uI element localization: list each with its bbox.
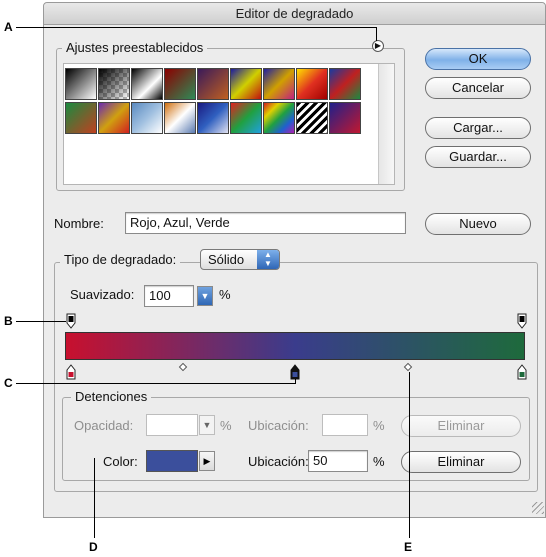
opacity-dropdown-button[interactable]: ▼ xyxy=(199,415,215,435)
preset-swatch[interactable] xyxy=(263,68,295,100)
color-stop-red[interactable] xyxy=(66,364,76,380)
name-label: Nombre: xyxy=(54,216,104,231)
color-location-label: Ubicación: xyxy=(248,454,309,469)
callout-a-line xyxy=(16,27,376,28)
callout-e-line xyxy=(409,372,410,538)
callout-b-line xyxy=(16,321,66,322)
preset-swatch[interactable] xyxy=(164,68,196,100)
presets-scrollbar[interactable] xyxy=(378,64,394,184)
title-bar: Editor de degradado xyxy=(44,3,545,25)
smoothness-dropdown-button[interactable]: ▼ xyxy=(197,286,213,306)
color-stop-blue-selected[interactable] xyxy=(290,364,300,380)
ok-button[interactable]: OK xyxy=(425,48,531,70)
stops-legend: Detenciones xyxy=(71,389,152,404)
delete-opacity-stop-button[interactable]: Eliminar xyxy=(401,415,521,437)
delete-color-stop-button[interactable]: Eliminar xyxy=(401,451,521,473)
callout-c-line xyxy=(16,383,295,384)
load-button[interactable]: Cargar... xyxy=(425,117,531,139)
preset-swatch[interactable] xyxy=(197,102,229,134)
presets-legend: Ajustes preestablecidos xyxy=(62,40,208,55)
preset-swatch-grid xyxy=(65,68,395,140)
preset-swatch[interactable] xyxy=(230,68,262,100)
opacity-stop-left[interactable] xyxy=(66,313,76,329)
gradient-preview-bar[interactable] xyxy=(65,332,525,360)
callout-c: C xyxy=(4,376,13,390)
color-location-field[interactable]: 50 xyxy=(308,450,368,472)
new-button[interactable]: Nuevo xyxy=(425,213,531,235)
smoothness-field[interactable]: 100 xyxy=(144,285,194,307)
color-stop-green[interactable] xyxy=(517,364,527,380)
save-button[interactable]: Guardar... xyxy=(425,146,531,168)
preset-swatch[interactable] xyxy=(296,102,328,134)
preset-swatch[interactable] xyxy=(230,102,262,134)
gradient-type-select[interactable]: Sólido ▲ ▼ xyxy=(200,249,280,270)
window-title: Editor de degradado xyxy=(235,6,354,21)
preset-swatch[interactable] xyxy=(98,68,130,100)
smoothness-unit: % xyxy=(219,287,231,302)
callout-e: E xyxy=(404,540,413,554)
callout-a-drop xyxy=(376,27,377,41)
opacity-label: Opacidad: xyxy=(74,418,134,433)
preset-swatch[interactable] xyxy=(263,102,295,134)
preset-swatch[interactable] xyxy=(329,102,361,134)
opacity-location-field[interactable] xyxy=(322,414,368,436)
gradient-type-value: Sólido xyxy=(208,252,245,267)
cancel-button[interactable]: Cancelar xyxy=(425,77,531,99)
preset-swatch[interactable] xyxy=(131,102,163,134)
preset-swatch[interactable] xyxy=(98,102,130,134)
opacity-unit: % xyxy=(220,418,232,433)
color-menu-button[interactable]: ▶ xyxy=(199,451,215,471)
presets-menu-button[interactable]: ▶ xyxy=(372,40,384,52)
smoothness-label: Suavizado: xyxy=(70,287,135,302)
preset-swatch[interactable] xyxy=(164,102,196,134)
gradient-type-label: Tipo de degradado: xyxy=(60,252,181,267)
callout-b: B xyxy=(4,314,13,328)
chevron-down-icon: ▼ xyxy=(200,291,210,301)
preset-swatch[interactable] xyxy=(296,68,328,100)
callout-d-line xyxy=(94,458,95,538)
resize-grip-icon[interactable] xyxy=(532,502,544,514)
select-stepper-icon: ▲ ▼ xyxy=(257,250,279,269)
color-swatch[interactable] xyxy=(146,450,198,472)
triangle-right-icon: ▶ xyxy=(374,41,382,50)
chevron-down-icon: ▼ xyxy=(202,420,212,430)
color-location-unit: % xyxy=(373,454,385,469)
callout-d: D xyxy=(89,540,98,554)
opacity-location-unit: % xyxy=(373,418,385,433)
opacity-location-label: Ubicación: xyxy=(248,418,309,433)
opacity-stop-right[interactable] xyxy=(517,313,527,329)
name-field[interactable]: Rojo, Azul, Verde xyxy=(125,212,406,234)
preset-swatch[interactable] xyxy=(329,68,361,100)
preset-swatch[interactable] xyxy=(197,68,229,100)
preset-swatch[interactable] xyxy=(65,68,97,100)
preset-swatch[interactable] xyxy=(65,102,97,134)
color-label: Color: xyxy=(103,454,138,469)
triangle-right-icon: ▶ xyxy=(203,456,211,466)
callout-a: A xyxy=(4,20,13,34)
preset-swatch[interactable] xyxy=(131,68,163,100)
callout-c-rise xyxy=(295,379,296,384)
opacity-field[interactable] xyxy=(146,414,198,436)
